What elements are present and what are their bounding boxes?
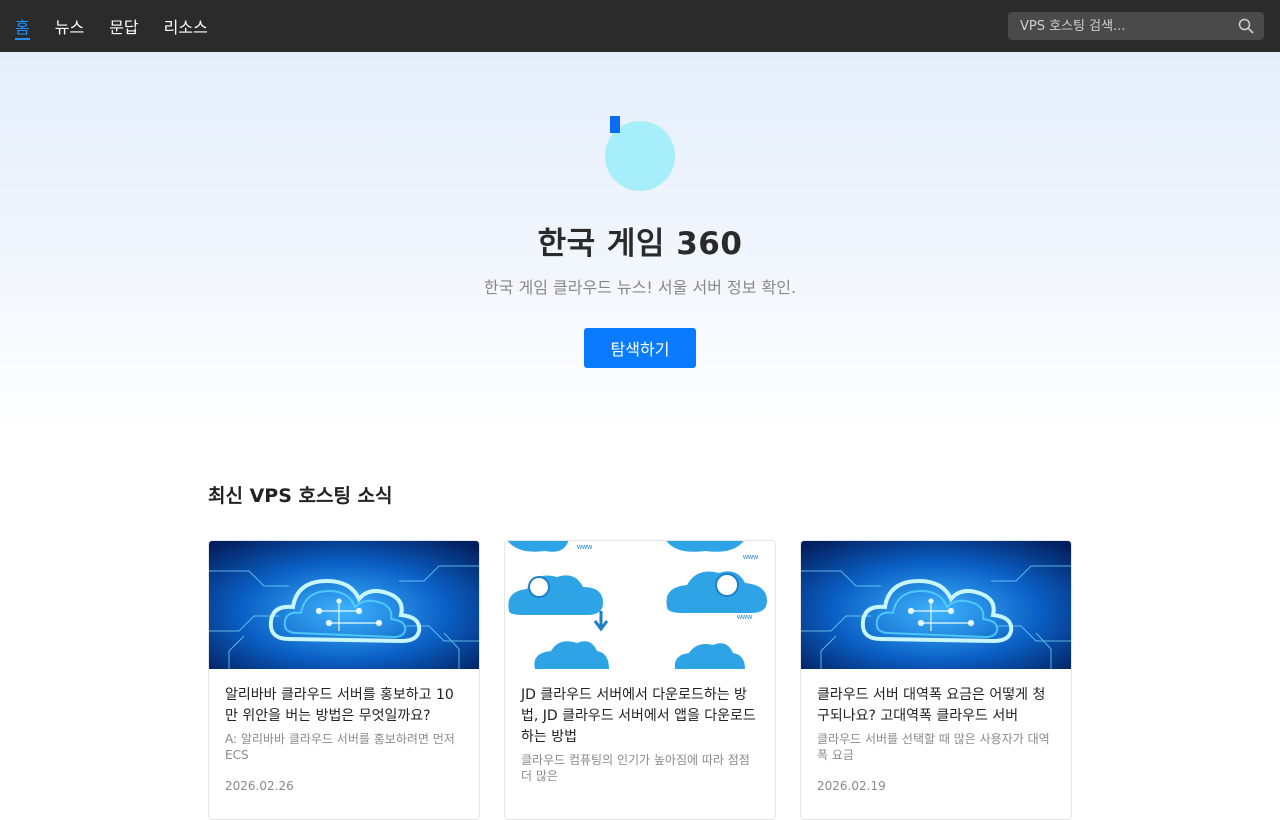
- card-title[interactable]: JD 클라우드 서버에서 다운로드하는 방법, JD 클라우드 서버에서 앱을 …: [521, 685, 759, 748]
- nav-item-news[interactable]: 뉴스: [55, 0, 84, 52]
- news-card[interactable]: www www www JD 클라우드 서버에서 다운로드하는 방법, JD 클라우…: [504, 540, 776, 820]
- nav-item-qna[interactable]: 문답: [109, 0, 138, 52]
- logo-accent-mark: [610, 116, 620, 133]
- search-box: [1008, 12, 1264, 40]
- card-excerpt: 클라우드 컴퓨팅의 인기가 높아짐에 따라 점점 더 많은: [521, 753, 750, 783]
- explore-button[interactable]: 탐색하기: [584, 328, 696, 368]
- news-card-list: 알리바바 클라우드 서버를 홍보하고 10만 위안을 버는 방법은 무엇일까요?…: [208, 540, 1072, 820]
- news-card[interactable]: 클라우드 서버 대역폭 요금은 어떻게 청구되나요? 고대역폭 클라우드 서버 …: [800, 540, 1072, 820]
- card-date: 2026.02.26: [225, 779, 294, 793]
- card-title[interactable]: 클라우드 서버 대역폭 요금은 어떻게 청구되나요? 고대역폭 클라우드 서버: [817, 685, 1055, 727]
- svg-text:www: www: [736, 614, 753, 621]
- card-thumbnail-circuit-cloud: [209, 541, 479, 669]
- site-logo: [604, 116, 676, 192]
- hero-subtitle: 한국 게임 클라우드 뉴스! 서울 서버 정보 확인.: [483, 278, 797, 297]
- news-card[interactable]: 알리바바 클라우드 서버를 홍보하고 10만 위안을 버는 방법은 무엇일까요?…: [208, 540, 480, 820]
- svg-text:www: www: [576, 544, 593, 551]
- card-excerpt: 클라우드 서버를 선택할 때 많은 사용자가 대역폭 요금: [817, 732, 1050, 762]
- hero-title: 한국 게임 360: [537, 226, 743, 262]
- card-excerpt: A: 알리바바 클라우드 서버를 홍보하려면 먼저 ECS: [225, 732, 455, 762]
- svg-text:www: www: [742, 554, 759, 561]
- card-thumbnail-circuit-cloud: [801, 541, 1071, 669]
- card-title[interactable]: 알리바바 클라우드 서버를 홍보하고 10만 위안을 버는 방법은 무엇일까요?: [225, 685, 463, 727]
- nav-links: 홈 뉴스 문답 리소스: [15, 0, 233, 52]
- search-icon[interactable]: [1232, 12, 1260, 40]
- section-title: 최신 VPS 호스팅 소식: [208, 485, 393, 507]
- nav-item-resources[interactable]: 리소스: [164, 0, 208, 52]
- card-date: 2026.02.19: [817, 779, 886, 793]
- nav-item-home[interactable]: 홈: [15, 0, 30, 52]
- hero-section: 한국 게임 360 한국 게임 클라우드 뉴스! 서울 서버 정보 확인. 탐색…: [0, 52, 1280, 432]
- top-navbar: 홈 뉴스 문답 리소스: [0, 0, 1280, 52]
- card-thumbnail-cloud-globes: www www www: [505, 541, 775, 669]
- search-input[interactable]: [1008, 12, 1232, 40]
